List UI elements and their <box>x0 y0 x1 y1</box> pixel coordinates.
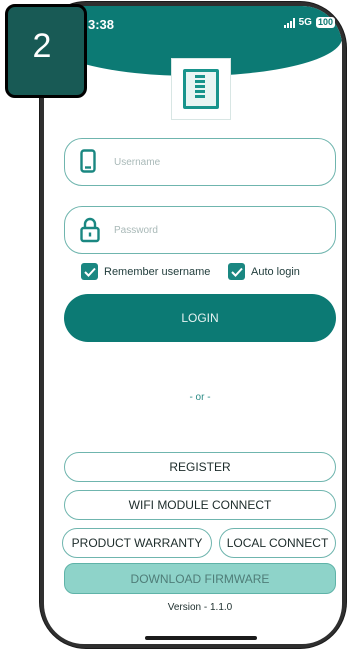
product-warranty-button[interactable]: PRODUCT WARRANTY <box>62 528 212 558</box>
auto-login-label: Auto login <box>251 265 300 278</box>
password-field[interactable] <box>64 206 336 254</box>
wifi-module-connect-button[interactable]: WIFI MODULE CONNECT <box>64 490 336 520</box>
battery-icon: 100 <box>315 17 335 28</box>
app-logo-icon <box>183 69 219 109</box>
signal-icon <box>283 17 295 28</box>
remember-username-option[interactable]: Remember username <box>81 263 210 280</box>
auto-login-option[interactable]: Auto login <box>228 263 300 280</box>
lock-icon <box>80 217 102 243</box>
auto-login-checkbox[interactable] <box>228 263 245 280</box>
login-button[interactable]: LOGIN <box>64 294 336 342</box>
check-icon <box>230 267 243 277</box>
app-logo <box>171 58 231 120</box>
status-indicators: 5G 100 <box>283 17 335 28</box>
username-field[interactable] <box>64 138 336 186</box>
remember-label: Remember username <box>104 265 211 278</box>
phone-icon <box>80 149 102 175</box>
remember-checkbox[interactable] <box>81 263 98 280</box>
or-divider: - or - <box>189 392 211 403</box>
download-firmware-button[interactable]: DOWNLOAD FIRMWARE <box>64 563 336 594</box>
username-input[interactable] <box>112 155 316 169</box>
register-button[interactable]: REGISTER <box>64 452 336 482</box>
network-label: 5G <box>298 17 312 28</box>
status-time: 3:38 <box>88 17 115 32</box>
check-icon <box>83 267 96 277</box>
home-indicator <box>145 636 257 640</box>
step-badge: 2 <box>5 4 87 98</box>
local-connect-button[interactable]: LOCAL CONNECT <box>219 528 336 558</box>
password-input[interactable] <box>112 223 316 237</box>
version-label: Version - 1.1.0 <box>167 602 233 613</box>
